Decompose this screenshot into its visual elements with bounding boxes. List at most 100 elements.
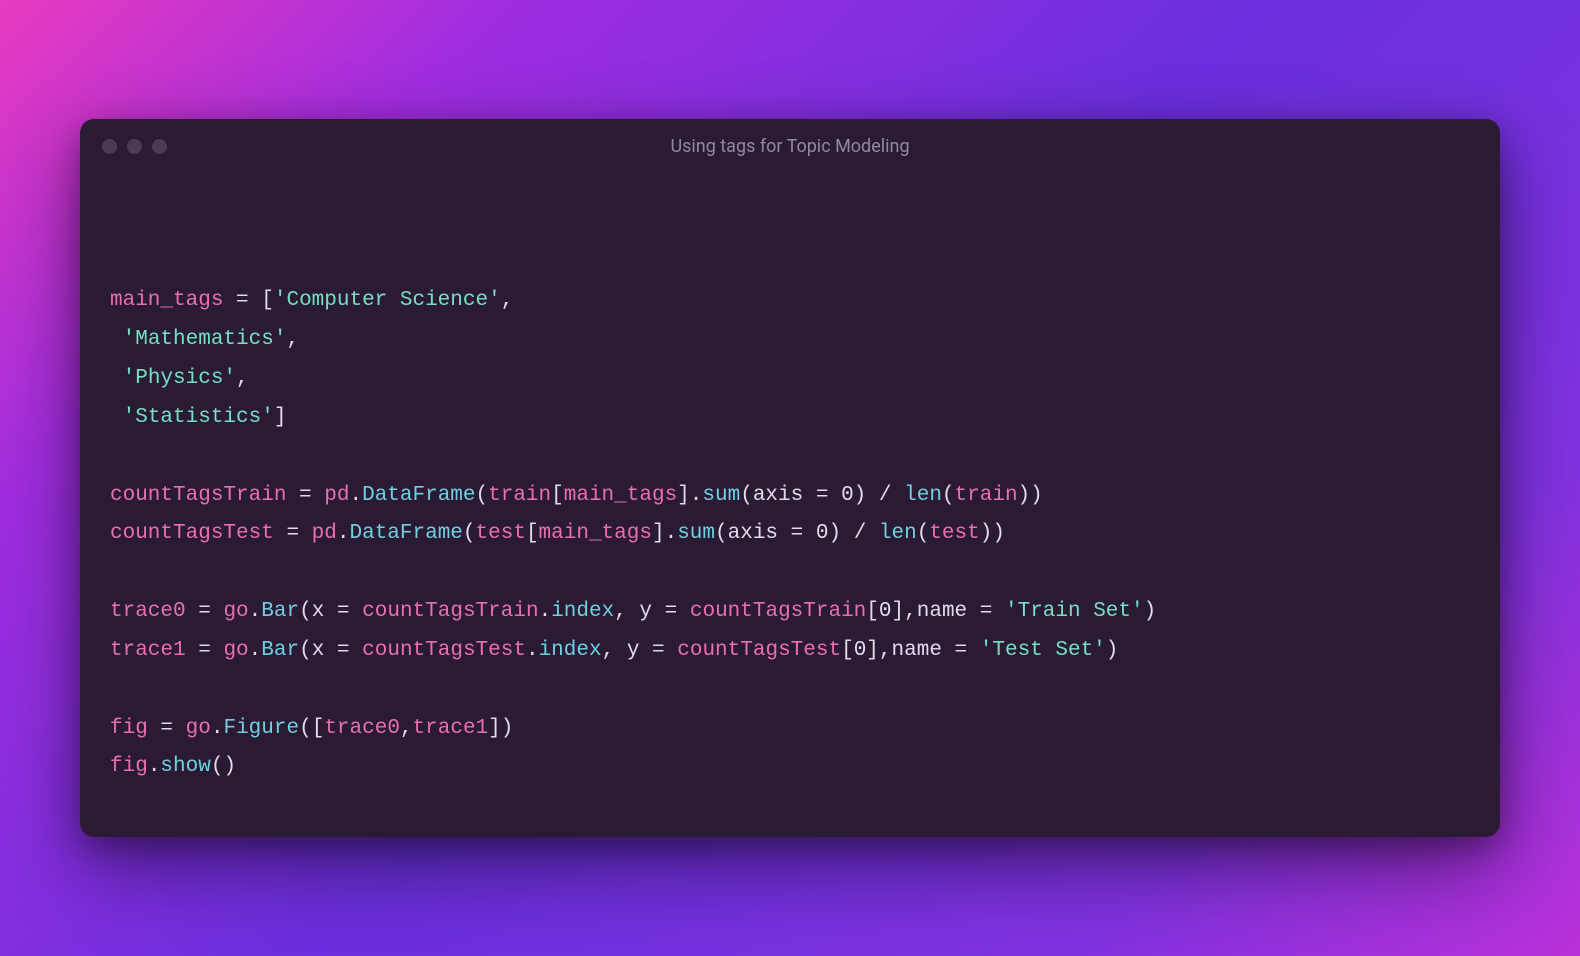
identifier: main_tags	[539, 522, 652, 545]
method-call: show	[160, 755, 210, 778]
identifier: test	[929, 522, 979, 545]
identifier: main_tags	[564, 484, 677, 507]
method-call: sum	[702, 484, 740, 507]
keyword-arg: name	[892, 639, 942, 662]
method-call: DataFrame	[349, 522, 462, 545]
bracket: ]	[652, 522, 665, 545]
window-title: Using tags for Topic Modeling	[80, 136, 1500, 157]
operator: =	[955, 639, 968, 662]
string-literal: 'Test Set'	[980, 639, 1106, 662]
builtin: len	[879, 522, 917, 545]
identifier: trace0	[324, 717, 400, 740]
identifier: fig	[110, 717, 148, 740]
identifier: train	[488, 484, 551, 507]
operator: /	[854, 522, 867, 545]
minimize-icon[interactable]	[127, 139, 142, 154]
comma: ,	[602, 639, 615, 662]
paren: (	[463, 522, 476, 545]
number: 0	[816, 522, 829, 545]
keyword-arg: axis	[728, 522, 778, 545]
method-call: Bar	[261, 639, 299, 662]
keyword-arg: name	[917, 600, 967, 623]
builtin: len	[904, 484, 942, 507]
operator: =	[236, 289, 249, 312]
number: 0	[879, 600, 892, 623]
bracket: [	[261, 289, 274, 312]
identifier: countTagsTrain	[690, 600, 866, 623]
operator: =	[980, 600, 993, 623]
identifier: countTagsTest	[677, 639, 841, 662]
attribute: index	[539, 639, 602, 662]
paren: ()	[211, 755, 236, 778]
dot: .	[211, 717, 224, 740]
operator: =	[337, 639, 350, 662]
code-editor[interactable]: main_tags = ['Computer Science', 'Mathem…	[80, 175, 1500, 838]
bracket: [	[841, 639, 854, 662]
identifier: main_tags	[110, 289, 223, 312]
dot: .	[539, 600, 552, 623]
operator: =	[198, 600, 211, 623]
comma: ,	[879, 639, 892, 662]
paren: (	[740, 484, 753, 507]
string-literal: 'Physics'	[123, 367, 236, 390]
operator: =	[665, 600, 678, 623]
comma: ,	[614, 600, 627, 623]
dot: .	[148, 755, 161, 778]
operator: =	[652, 639, 665, 662]
dot: .	[249, 639, 262, 662]
close-icon[interactable]	[102, 139, 117, 154]
bracket: ]	[866, 639, 879, 662]
bracket: ]	[892, 600, 905, 623]
attribute: index	[551, 600, 614, 623]
paren: (	[299, 600, 312, 623]
bracket: [	[551, 484, 564, 507]
bracket: ]	[677, 484, 690, 507]
comma: ,	[501, 289, 514, 312]
paren: (	[917, 522, 930, 545]
operator: =	[299, 484, 312, 507]
paren: ([	[299, 717, 324, 740]
identifier: go	[186, 717, 211, 740]
keyword-arg: x	[312, 600, 325, 623]
bracket: ]	[274, 406, 287, 429]
identifier: go	[223, 639, 248, 662]
method-call: Figure	[223, 717, 299, 740]
string-literal: 'Computer Science'	[274, 289, 501, 312]
comma: ,	[236, 367, 249, 390]
identifier: trace0	[110, 600, 186, 623]
paren: (	[476, 484, 489, 507]
bracket: [	[526, 522, 539, 545]
identifier: pd	[312, 522, 337, 545]
identifier: trace1	[413, 717, 489, 740]
operator: /	[879, 484, 892, 507]
dot: .	[665, 522, 678, 545]
string-literal: 'Statistics'	[123, 406, 274, 429]
paren: ])	[488, 717, 513, 740]
identifier: countTagsTrain	[110, 484, 286, 507]
method-call: sum	[677, 522, 715, 545]
identifier: go	[223, 600, 248, 623]
number: 0	[854, 639, 867, 662]
code-window: Using tags for Topic Modeling main_tags …	[80, 119, 1500, 838]
paren: )	[1106, 639, 1119, 662]
operator: =	[791, 522, 804, 545]
comma: ,	[904, 600, 917, 623]
identifier: train	[955, 484, 1018, 507]
paren: (	[715, 522, 728, 545]
method-call: Bar	[261, 600, 299, 623]
identifier: countTagsTest	[362, 639, 526, 662]
paren: ))	[980, 522, 1005, 545]
identifier: pd	[324, 484, 349, 507]
window-controls	[102, 139, 167, 154]
identifier: fig	[110, 755, 148, 778]
keyword-arg: x	[312, 639, 325, 662]
dot: .	[337, 522, 350, 545]
identifier: countTagsTrain	[362, 600, 538, 623]
maximize-icon[interactable]	[152, 139, 167, 154]
method-call: DataFrame	[362, 484, 475, 507]
string-literal: 'Train Set'	[1005, 600, 1144, 623]
dot: .	[349, 484, 362, 507]
comma: ,	[286, 328, 299, 351]
operator: =	[286, 522, 299, 545]
paren: ))	[1018, 484, 1043, 507]
